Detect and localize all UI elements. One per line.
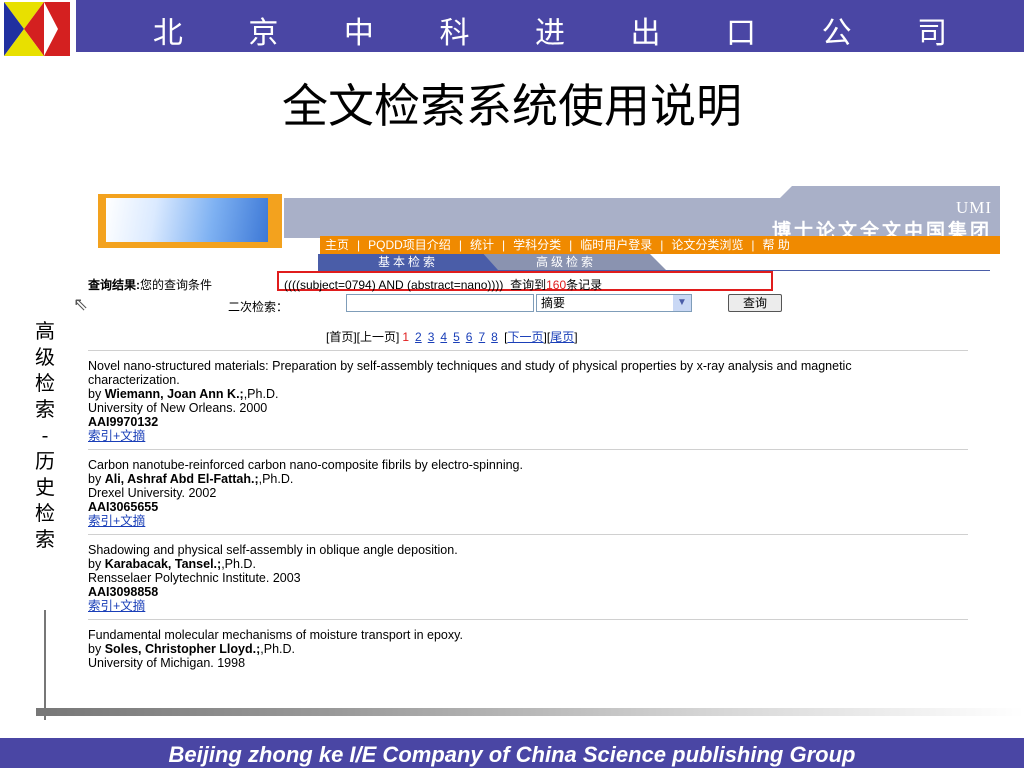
pager-page[interactable]: 5 xyxy=(453,330,460,344)
side-label-char: 索 xyxy=(35,397,55,421)
pagination: [首页][上一页] 1 2 3 4 5 6 7 8 [下一页][尾页] xyxy=(326,330,578,344)
nav-temp-login[interactable]: 临时用户登录 xyxy=(575,238,657,252)
result-by: by xyxy=(88,472,102,486)
pager-first[interactable]: [首页] xyxy=(326,330,357,344)
query-expression-text: ((((subject=0794) AND (abstract=nano)))) xyxy=(284,278,504,292)
pager-page[interactable]: 7 xyxy=(478,330,485,344)
result-id: AAI3098858 xyxy=(88,585,159,599)
query-result-title: 查询结果: xyxy=(88,278,140,292)
company-logo xyxy=(4,2,70,56)
side-label-char: 检 xyxy=(35,501,55,525)
result-author-line: by Ali, Ashraf Abd El-Fattah.;,Ph.D. xyxy=(88,472,968,486)
result-author: Wiemann, Joan Ann K.; xyxy=(104,387,244,401)
result-abstract-link[interactable]: 索引+文摘 xyxy=(88,429,968,443)
side-label-char: 检 xyxy=(35,371,55,395)
result-item: Novel nano-structured materials: Prepara… xyxy=(88,350,968,449)
result-author-line: by Karabacak, Tansel.;,Ph.D. xyxy=(88,557,968,571)
result-degree: ,Ph.D. xyxy=(258,472,294,486)
result-author: Ali, Ashraf Abd El-Fattah.; xyxy=(104,472,259,486)
secondary-search-input[interactable] xyxy=(346,294,534,312)
nav-subjects[interactable]: 学科分类 xyxy=(508,238,566,252)
query-condition-label: 您的查询条件 xyxy=(140,278,213,292)
side-label-char: 级 xyxy=(35,345,55,369)
result-institution: University of New Orleans. 2000 xyxy=(88,401,268,415)
horizontal-divider xyxy=(36,708,1024,716)
result-by: by xyxy=(88,557,102,571)
top-nav: 主页 | PQDD项目介绍 | 统计 | 学科分类 | 临时用户登录 | 论文分类浏览 | 帮 助 xyxy=(320,236,1000,254)
company-title: 北 京 中 科 进 出 口 公 司 xyxy=(152,16,976,51)
side-label-char: - xyxy=(41,423,49,447)
pager-page[interactable]: 3 xyxy=(428,330,435,344)
result-degree: ,Ph.D. xyxy=(243,387,279,401)
query-expression: ((((subject=0794) AND (abstract=nano))))… xyxy=(284,276,602,293)
pager-next[interactable]: 下一页 xyxy=(508,330,544,344)
query-found-prefix: 查询到 xyxy=(510,278,547,292)
side-label-char: 史 xyxy=(35,475,55,499)
query-found-suffix: 条记录 xyxy=(566,278,603,292)
pager-current: 1 xyxy=(402,330,410,344)
tab-advanced-search[interactable]: 高级检索 xyxy=(466,254,666,270)
result-institution: Drexel University. 2002 xyxy=(88,486,217,500)
field-select-value: 摘要 xyxy=(541,296,566,310)
result-author-line: by Wiemann, Joan Ann K.;,Ph.D. xyxy=(88,387,968,401)
result-by: by xyxy=(88,642,102,656)
chevron-down-icon[interactable]: ▼ xyxy=(673,295,691,311)
umi-logo: UMI xyxy=(955,198,992,217)
result-by: by xyxy=(88,387,102,401)
result-id: AAI9970132 xyxy=(88,415,159,429)
pager-page[interactable]: 6 xyxy=(466,330,473,344)
result-author: Karabacak, Tansel.; xyxy=(104,557,222,571)
embedded-screenshot: UMI 博士论文全文中国集团 主页 | PQDD项目介绍 | 统计 | 学科分类 | 临时用户登… xyxy=(88,186,1000,706)
side-label-char: 历 xyxy=(35,449,55,473)
pager-prev[interactable]: [上一页] xyxy=(357,330,400,344)
result-abstract-link[interactable]: 索引+文摘 xyxy=(88,514,968,528)
nav-help[interactable]: 帮 助 xyxy=(758,238,795,252)
results-list: Novel nano-structured materials: Prepara… xyxy=(88,350,968,676)
query-result-label: 查询结果:您的查询条件 xyxy=(88,276,212,293)
search-button[interactable]: 查询 xyxy=(728,294,782,312)
nav-browse[interactable]: 论文分类浏览 xyxy=(666,238,748,252)
nav-home[interactable]: 主页 xyxy=(320,238,354,252)
footer-bar: Beijing zhong ke I/E Company of China Sc… xyxy=(0,738,1024,768)
result-item: Shadowing and physical self-assembly in … xyxy=(88,534,968,619)
tab-basic-search[interactable]: 基本检索 xyxy=(318,254,498,270)
site-banner: UMI 博士论文全文中国集团 主页 | PQDD项目介绍 | 统计 | 学科分类 | 临时用户登… xyxy=(88,186,1000,256)
result-item: Fundamental molecular mechanisms of mois… xyxy=(88,619,968,676)
result-id: AAI3065655 xyxy=(88,500,159,514)
header-bar: 北 京 中 科 进 出 口 公 司 xyxy=(76,0,1024,52)
query-count: 160 xyxy=(546,278,567,292)
pager-page[interactable]: 8 xyxy=(491,330,498,344)
side-label-char: 高 xyxy=(35,319,55,343)
result-title: Novel nano-structured materials: Prepara… xyxy=(88,359,852,387)
result-title: Carbon nanotube-reinforced carbon nano-c… xyxy=(88,458,523,472)
secondary-search-label: 二次检索： xyxy=(228,300,289,314)
pager-last[interactable]: 尾页 xyxy=(550,330,574,344)
side-label: 高 级 检 索 - 历 史 检 索 xyxy=(30,318,60,552)
result-title: Shadowing and physical self-assembly in … xyxy=(88,543,458,557)
pager-page[interactable]: 2 xyxy=(415,330,422,344)
pager-page[interactable]: 4 xyxy=(440,330,447,344)
side-label-char: 索 xyxy=(35,527,55,551)
result-institution: Rensselaer Polytechnic Institute. 2003 xyxy=(88,571,301,585)
result-institution: University of Michigan. 1998 xyxy=(88,656,246,670)
slide-title: 全文检索系统使用说明 xyxy=(282,79,742,133)
result-degree: ,Ph.D. xyxy=(221,557,256,571)
banner-logo-image xyxy=(106,198,268,242)
vertical-divider xyxy=(44,610,46,720)
result-author: Soles, Christopher Lloyd.; xyxy=(104,642,261,656)
field-select[interactable]: 摘要 ▼ xyxy=(536,294,692,312)
result-abstract-link[interactable]: 索引+文摘 xyxy=(88,599,968,613)
nav-stats[interactable]: 统计 xyxy=(465,238,499,252)
result-title: Fundamental molecular mechanisms of mois… xyxy=(88,628,463,642)
result-item: Carbon nanotube-reinforced carbon nano-c… xyxy=(88,449,968,534)
result-author-line: by Soles, Christopher Lloyd.;,Ph.D. xyxy=(88,642,968,656)
mouse-cursor-icon: ⇖ xyxy=(73,294,89,314)
result-degree: ,Ph.D. xyxy=(260,642,296,656)
nav-pqdd-intro[interactable]: PQDD项目介绍 xyxy=(363,238,456,252)
